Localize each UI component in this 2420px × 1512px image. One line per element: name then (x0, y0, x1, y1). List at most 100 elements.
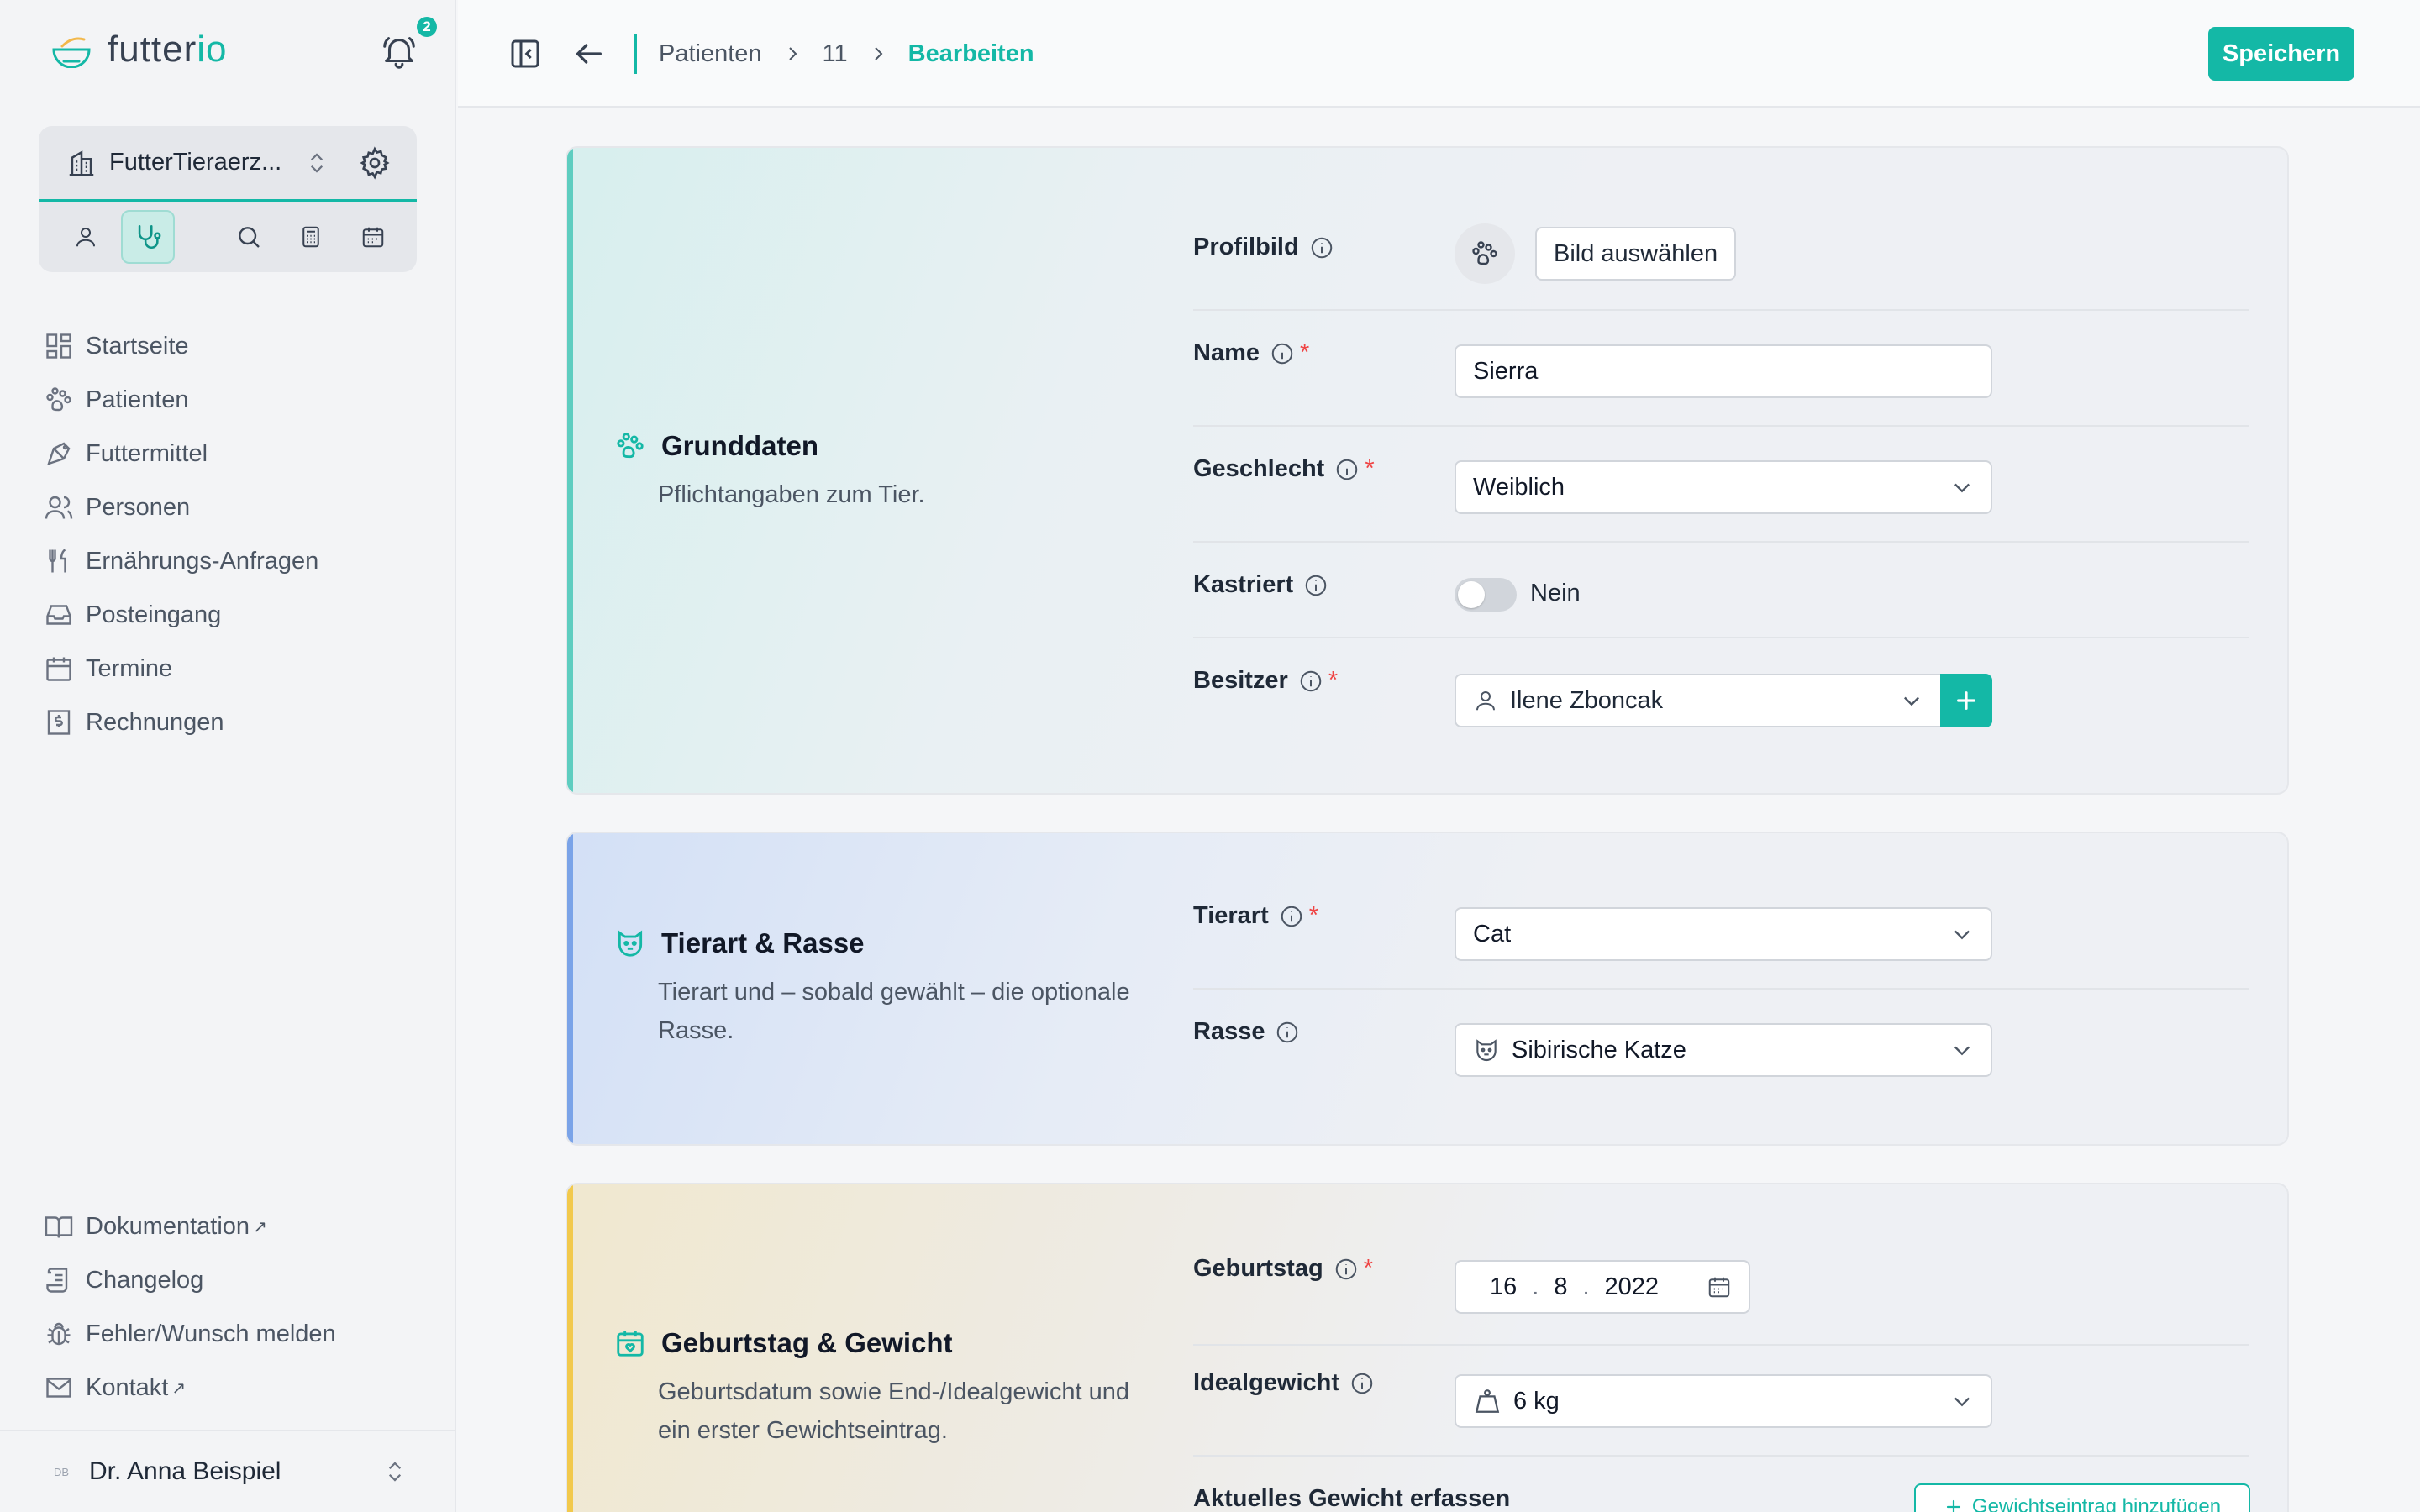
bell-icon[interactable] (380, 32, 418, 71)
search-icon (239, 227, 260, 248)
stethoscope-icon (138, 224, 161, 249)
section-tierart-rasse: Tierart & Rasse Tierart und – sobald gew… (566, 832, 2289, 1146)
sex-value: Weiblich (1473, 473, 1565, 501)
info-icon[interactable] (1270, 341, 1295, 366)
calculator-button[interactable] (284, 210, 338, 264)
label-text: Name (1193, 339, 1260, 366)
sidebar-item-patienten[interactable]: Patienten (44, 373, 318, 427)
neutered-value: Nein (1530, 580, 1581, 606)
day-segment[interactable]: 16 (1490, 1273, 1517, 1301)
month-segment[interactable]: 8 (1554, 1273, 1567, 1301)
profile-image-placeholder (1455, 223, 1515, 284)
add-weight-entry-label: Gewichtseintrag hinzufügen (1971, 1495, 2222, 1512)
info-icon[interactable] (1279, 904, 1304, 929)
name-value: Sierra (1473, 357, 1539, 385)
ideal-weight-select[interactable]: 6 kg (1455, 1374, 1992, 1428)
sidebar-item-startseite[interactable]: Startseite (44, 319, 318, 373)
search-button[interactable] (222, 210, 276, 264)
top-bar: Patienten 11 Bearbeiten Speichern (458, 0, 2420, 108)
person-mode-button[interactable] (59, 210, 113, 264)
species-value: Cat (1473, 920, 1512, 948)
info-icon[interactable] (1334, 1257, 1359, 1282)
label-kastriert: Kastriert (1193, 571, 1328, 599)
divider (1193, 309, 2249, 311)
chevron-up-down-icon (310, 152, 324, 173)
breed-value: Sibirische Katze (1512, 1036, 1686, 1063)
sidebar-item-label: Posteingang (86, 601, 222, 628)
paw-icon (46, 387, 71, 412)
section-title: Tierart & Rasse (661, 927, 865, 958)
fork-knife-icon (49, 549, 66, 573)
birthday-date-field[interactable]: 16 . 8 . 2022 (1455, 1260, 1750, 1314)
section-title: Geburtstag & Gewicht (661, 1327, 953, 1358)
breadcrumb-patient-id[interactable]: 11 (823, 40, 848, 68)
info-icon[interactable] (1298, 669, 1323, 694)
sidebar-item-posteingang[interactable]: Posteingang (44, 588, 318, 642)
info-icon[interactable] (1349, 1371, 1375, 1396)
label-text: Kastriert (1193, 571, 1294, 598)
choose-image-button[interactable]: Bild auswählen (1535, 227, 1737, 281)
info-icon[interactable] (1303, 573, 1328, 598)
info-icon[interactable] (1309, 235, 1334, 260)
gear-icon[interactable] (358, 145, 392, 180)
cat-face-icon (618, 930, 643, 957)
plus-icon (1946, 1499, 1961, 1512)
divider (1193, 637, 2249, 638)
paw-icon (1472, 241, 1497, 265)
calendar-icon[interactable] (1707, 1274, 1732, 1299)
info-icon[interactable] (1334, 457, 1360, 482)
cat-face-icon (1476, 1039, 1497, 1061)
sidebar-item-fehler-melden[interactable]: Fehler/Wunsch melden (44, 1307, 336, 1361)
divider (1193, 425, 2249, 427)
owner-select[interactable]: Ilene Zboncak (1455, 674, 1940, 727)
avatar: DB (53, 1465, 70, 1478)
label-text: Geschlecht (1193, 455, 1325, 482)
breadcrumb-patienten[interactable]: Patienten (659, 40, 762, 68)
back-arrow-icon[interactable] (572, 37, 606, 71)
sidebar-item-rechnungen[interactable]: Rechnungen (44, 696, 318, 749)
info-icon[interactable] (1275, 1020, 1300, 1045)
save-button[interactable]: Speichern (2208, 27, 2354, 81)
breed-select[interactable]: Sibirische Katze (1455, 1023, 1992, 1077)
sidebar-item-label: Fehler/Wunsch melden (86, 1320, 336, 1347)
sidebar-item-futtermittel[interactable]: Futtermittel (44, 427, 318, 480)
divider (1193, 1344, 2249, 1346)
chevron-down-icon (1954, 1397, 1970, 1407)
calendar-icon (46, 657, 71, 681)
calendar-heart-icon (617, 1331, 644, 1357)
sex-select[interactable]: Weiblich (1455, 460, 1992, 514)
required-marker: * (1308, 902, 1319, 929)
sidebar-item-personen[interactable]: Personen (44, 480, 318, 534)
calculator-icon (302, 226, 319, 248)
user-menu[interactable]: DB Dr. Anna Beispiel (0, 1430, 455, 1512)
species-select[interactable]: Cat (1455, 907, 1992, 961)
required-marker: * (1328, 667, 1339, 694)
required-marker: * (1363, 1255, 1373, 1282)
chevron-right-icon (788, 47, 797, 60)
sidebar-item-label: Changelog (86, 1266, 204, 1294)
bowl-logo-icon (52, 37, 91, 68)
sidebar-item-changelog[interactable]: Changelog (44, 1253, 336, 1307)
sidebar-item-termine[interactable]: Termine (44, 642, 318, 696)
org-selector[interactable]: FutterTieraerz... (39, 126, 417, 202)
owner-value: Ilene Zboncak (1510, 686, 1664, 714)
mail-icon (46, 1378, 71, 1398)
app-logo[interactable]: futterio (50, 29, 228, 71)
vet-mode-button[interactable] (121, 210, 175, 264)
sidebar-item-dokumentation[interactable]: Dokumentation ↗ (44, 1200, 336, 1253)
section-description: Pflichtangaben zum Tier. (658, 481, 925, 508)
label-aktuelles-gewicht: Aktuelles Gewicht erfassen (1193, 1485, 1510, 1512)
sidebar-item-ernaehrungs-anfragen[interactable]: Ernährungs-Anfragen (44, 534, 318, 588)
section-header: Grunddaten (614, 430, 818, 462)
name-field[interactable]: Sierra (1455, 344, 1992, 398)
neutered-toggle[interactable] (1455, 578, 1517, 612)
sidebar-item-label: Ernährungs-Anfragen (86, 547, 319, 575)
calendar-button[interactable] (346, 210, 400, 264)
chevron-down-icon (1954, 1046, 1970, 1056)
add-owner-button[interactable] (1940, 674, 1992, 727)
add-weight-entry-button[interactable]: Gewichtseintrag hinzufügen (1914, 1483, 2250, 1512)
sidebar-toggle-icon[interactable] (508, 37, 542, 71)
breadcrumb: Patienten 11 Bearbeiten (634, 34, 1034, 74)
sidebar-item-kontakt[interactable]: Kontakt ↗ (44, 1361, 336, 1415)
year-segment[interactable]: 2022 (1605, 1273, 1660, 1301)
